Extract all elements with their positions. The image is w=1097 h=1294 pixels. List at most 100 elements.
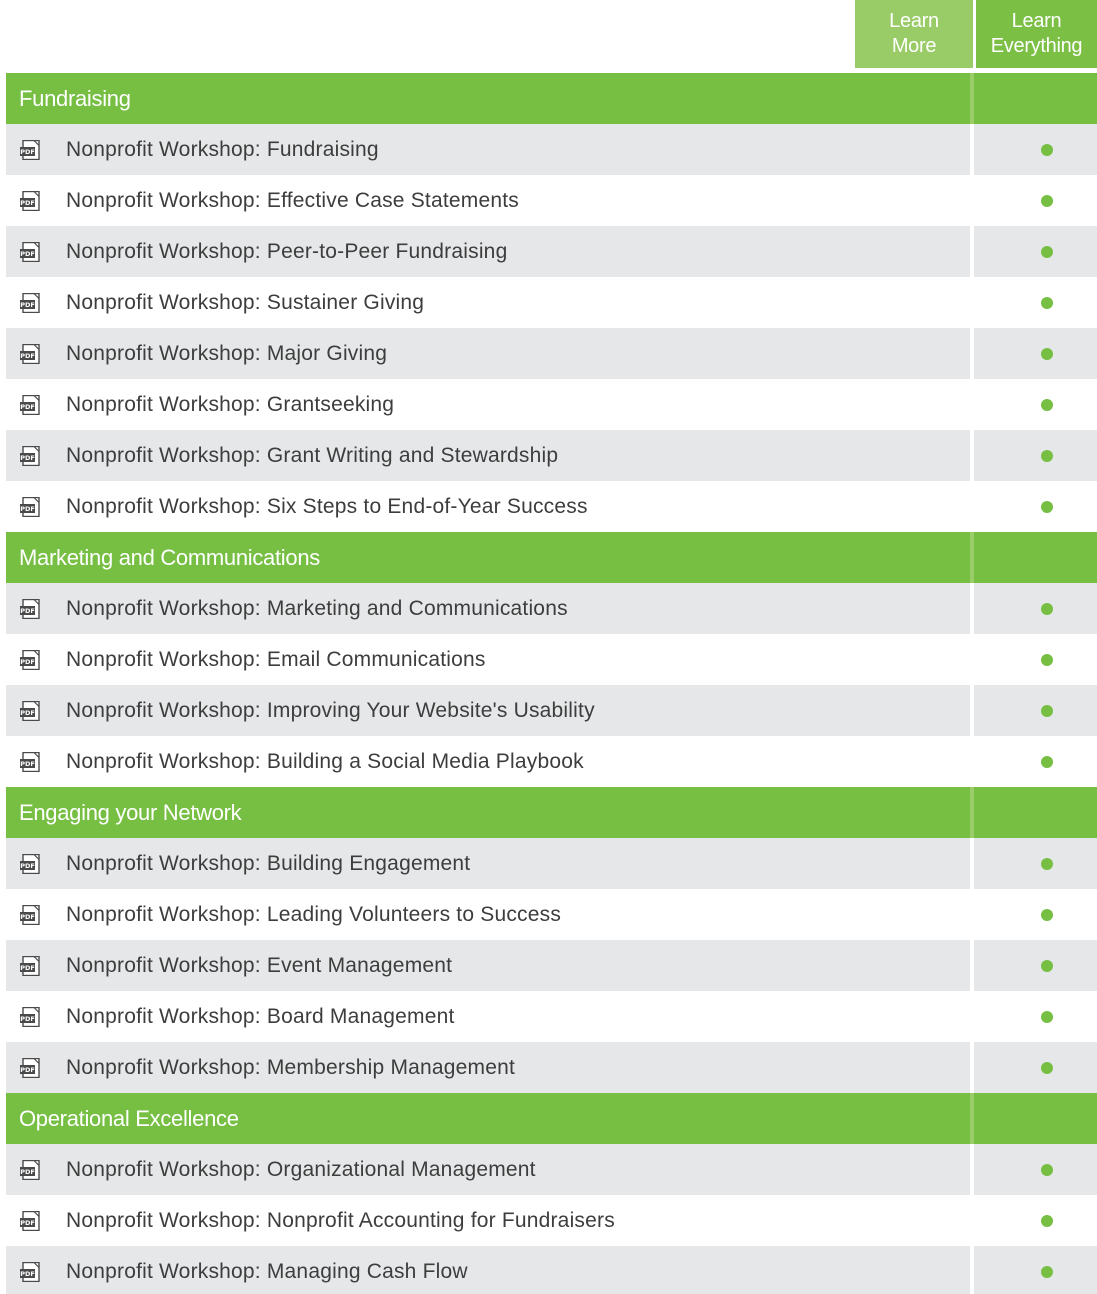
workshop-row[interactable]: PDF Nonprofit Workshop: Grantseeking: [6, 379, 1097, 430]
learn-everything-included-dot: [1041, 602, 1053, 615]
workshop-row[interactable]: PDF Nonprofit Workshop: Building a Social…: [6, 736, 1097, 787]
workshop-title-link[interactable]: Nonprofit Workshop: Organizational Manag…: [66, 1158, 536, 1182]
pdf-icon[interactable]: PDF: [20, 1210, 42, 1231]
workshop-row[interactable]: PDF Nonprofit Workshop: Peer-to-Peer Fund…: [6, 226, 1097, 277]
workshop-row[interactable]: PDF Nonprofit Workshop: Grant Writing and…: [6, 430, 1097, 481]
column-divider: [970, 277, 974, 328]
learn-everything-included-dot: [1041, 908, 1053, 921]
pdf-icon[interactable]: PDF: [20, 955, 42, 976]
svg-text:PDF: PDF: [20, 1270, 35, 1278]
workshop-title-link[interactable]: Nonprofit Workshop: Email Communications: [66, 648, 486, 672]
pdf-icon[interactable]: PDF: [20, 394, 42, 415]
pdf-icon[interactable]: PDF: [20, 292, 42, 313]
workshop-row[interactable]: PDF Nonprofit Workshop: Organizational Ma…: [6, 1144, 1097, 1195]
workshop-title-link[interactable]: Nonprofit Workshop: Six Steps to End-of-…: [66, 495, 588, 519]
workshop-row[interactable]: PDF Nonprofit Workshop: Marketing and Com…: [6, 583, 1097, 634]
section-3: Operational Excellence PDF Nonprofit Works…: [6, 1093, 1097, 1294]
pdf-icon[interactable]: PDF: [20, 190, 42, 211]
workshop-title-link[interactable]: Nonprofit Workshop: Managing Cash Flow: [66, 1260, 468, 1284]
workshop-row[interactable]: PDF Nonprofit Workshop: Email Communicati…: [6, 634, 1097, 685]
learn-everything-included-dot: [1041, 1061, 1053, 1074]
workshop-row[interactable]: PDF Nonprofit Workshop: Major Giving: [6, 328, 1097, 379]
column-divider: [970, 991, 974, 1042]
svg-text:PDF: PDF: [20, 1066, 35, 1074]
workshop-row[interactable]: PDF Nonprofit Workshop: Membership Manage…: [6, 1042, 1097, 1093]
workshop-row[interactable]: PDF Nonprofit Workshop: Building Engageme…: [6, 838, 1097, 889]
pdf-icon[interactable]: PDF: [20, 700, 42, 721]
column-divider: [970, 889, 974, 940]
svg-text:PDF: PDF: [20, 250, 35, 258]
workshop-title-link[interactable]: Nonprofit Workshop: Board Management: [66, 1005, 455, 1029]
workshop-title-link[interactable]: Nonprofit Workshop: Improving Your Websi…: [66, 699, 595, 723]
pdf-icon[interactable]: PDF: [20, 445, 42, 466]
section-title: Engaging your Network: [19, 800, 242, 825]
workshop-title-link[interactable]: Nonprofit Workshop: Sustainer Giving: [66, 291, 424, 315]
learn-everything-included-dot: [1041, 704, 1053, 717]
column-divider: [970, 226, 974, 277]
pdf-icon[interactable]: PDF: [20, 496, 42, 517]
column-divider: [970, 481, 974, 532]
svg-text:PDF: PDF: [20, 964, 35, 972]
workshop-row[interactable]: PDF Nonprofit Workshop: Fundraising: [6, 124, 1097, 175]
learn-everything-included-dot: [1041, 449, 1053, 462]
workshop-row[interactable]: PDF Nonprofit Workshop: Nonprofit Account…: [6, 1195, 1097, 1246]
section-0: Fundraising PDF Nonprofit Workshop: Fundra…: [6, 73, 1097, 532]
pdf-icon[interactable]: PDF: [20, 1159, 42, 1180]
workshop-title-link[interactable]: Nonprofit Workshop: Event Management: [66, 954, 452, 978]
workshop-title-link[interactable]: Nonprofit Workshop: Marketing and Commun…: [66, 597, 568, 621]
svg-text:PDF: PDF: [20, 148, 35, 156]
pdf-icon[interactable]: PDF: [20, 343, 42, 364]
workshop-row[interactable]: PDF Nonprofit Workshop: Managing Cash Flo…: [6, 1246, 1097, 1294]
workshop-comparison-table: Learn More Learn Everything Fundraising P…: [0, 0, 1097, 1294]
pdf-icon[interactable]: PDF: [20, 241, 42, 262]
workshop-row[interactable]: PDF Nonprofit Workshop: Leading Volunteer…: [6, 889, 1097, 940]
workshop-title-link[interactable]: Nonprofit Workshop: Leading Volunteers t…: [66, 903, 561, 927]
workshop-title-link[interactable]: Nonprofit Workshop: Grant Writing and St…: [66, 444, 558, 468]
section-title: Operational Excellence: [19, 1106, 239, 1131]
section-header: Engaging your Network: [6, 787, 1097, 838]
workshop-title-link[interactable]: Nonprofit Workshop: Effective Case State…: [66, 189, 519, 213]
svg-text:PDF: PDF: [20, 658, 35, 666]
learn-everything-included-dot: [1041, 959, 1053, 972]
workshop-title-link[interactable]: Nonprofit Workshop: Fundraising: [66, 138, 379, 162]
section-header: Marketing and Communications: [6, 532, 1097, 583]
workshop-title-link[interactable]: Nonprofit Workshop: Membership Managemen…: [66, 1056, 515, 1080]
pdf-icon[interactable]: PDF: [20, 598, 42, 619]
workshop-row[interactable]: PDF Nonprofit Workshop: Board Management: [6, 991, 1097, 1042]
learn-everything-included-dot: [1041, 398, 1053, 411]
pdf-icon[interactable]: PDF: [20, 139, 42, 160]
section-header: Operational Excellence: [6, 1093, 1097, 1144]
learn-everything-included-dot: [1041, 1163, 1053, 1176]
svg-text:PDF: PDF: [20, 199, 35, 207]
learn-everything-included-dot: [1041, 857, 1053, 870]
pdf-icon[interactable]: PDF: [20, 1006, 42, 1027]
workshop-title-link[interactable]: Nonprofit Workshop: Nonprofit Accounting…: [66, 1209, 615, 1233]
column-divider: [970, 838, 974, 889]
workshop-title-link[interactable]: Nonprofit Workshop: Peer-to-Peer Fundrai…: [66, 240, 507, 264]
workshop-row[interactable]: PDF Nonprofit Workshop: Sustainer Giving: [6, 277, 1097, 328]
workshop-row[interactable]: PDF Nonprofit Workshop: Effective Case St…: [6, 175, 1097, 226]
svg-text:PDF: PDF: [20, 760, 35, 768]
workshop-title-link[interactable]: Nonprofit Workshop: Grantseeking: [66, 393, 394, 417]
section-header: Fundraising: [6, 73, 1097, 124]
pdf-icon[interactable]: PDF: [20, 853, 42, 874]
workshop-title-link[interactable]: Nonprofit Workshop: Building Engagement: [66, 852, 470, 876]
column-divider: [970, 379, 974, 430]
column-divider: [970, 583, 974, 634]
column-divider: [970, 1042, 974, 1093]
workshop-title-link[interactable]: Nonprofit Workshop: Building a Social Me…: [66, 750, 584, 774]
workshop-row[interactable]: PDF Nonprofit Workshop: Six Steps to End-…: [6, 481, 1097, 532]
workshop-title-link[interactable]: Nonprofit Workshop: Major Giving: [66, 342, 387, 366]
workshop-row[interactable]: PDF Nonprofit Workshop: Event Management: [6, 940, 1097, 991]
pdf-icon[interactable]: PDF: [20, 751, 42, 772]
column-divider: [970, 1093, 974, 1144]
learn-everything-included-dot: [1041, 500, 1053, 513]
workshop-row[interactable]: PDF Nonprofit Workshop: Improving Your We…: [6, 685, 1097, 736]
svg-text:PDF: PDF: [20, 403, 35, 411]
column-divider: [970, 940, 974, 991]
pdf-icon[interactable]: PDF: [20, 649, 42, 670]
pdf-icon[interactable]: PDF: [20, 1261, 42, 1282]
learn-everything-included-dot: [1041, 1265, 1053, 1278]
pdf-icon[interactable]: PDF: [20, 904, 42, 925]
pdf-icon[interactable]: PDF: [20, 1057, 42, 1078]
